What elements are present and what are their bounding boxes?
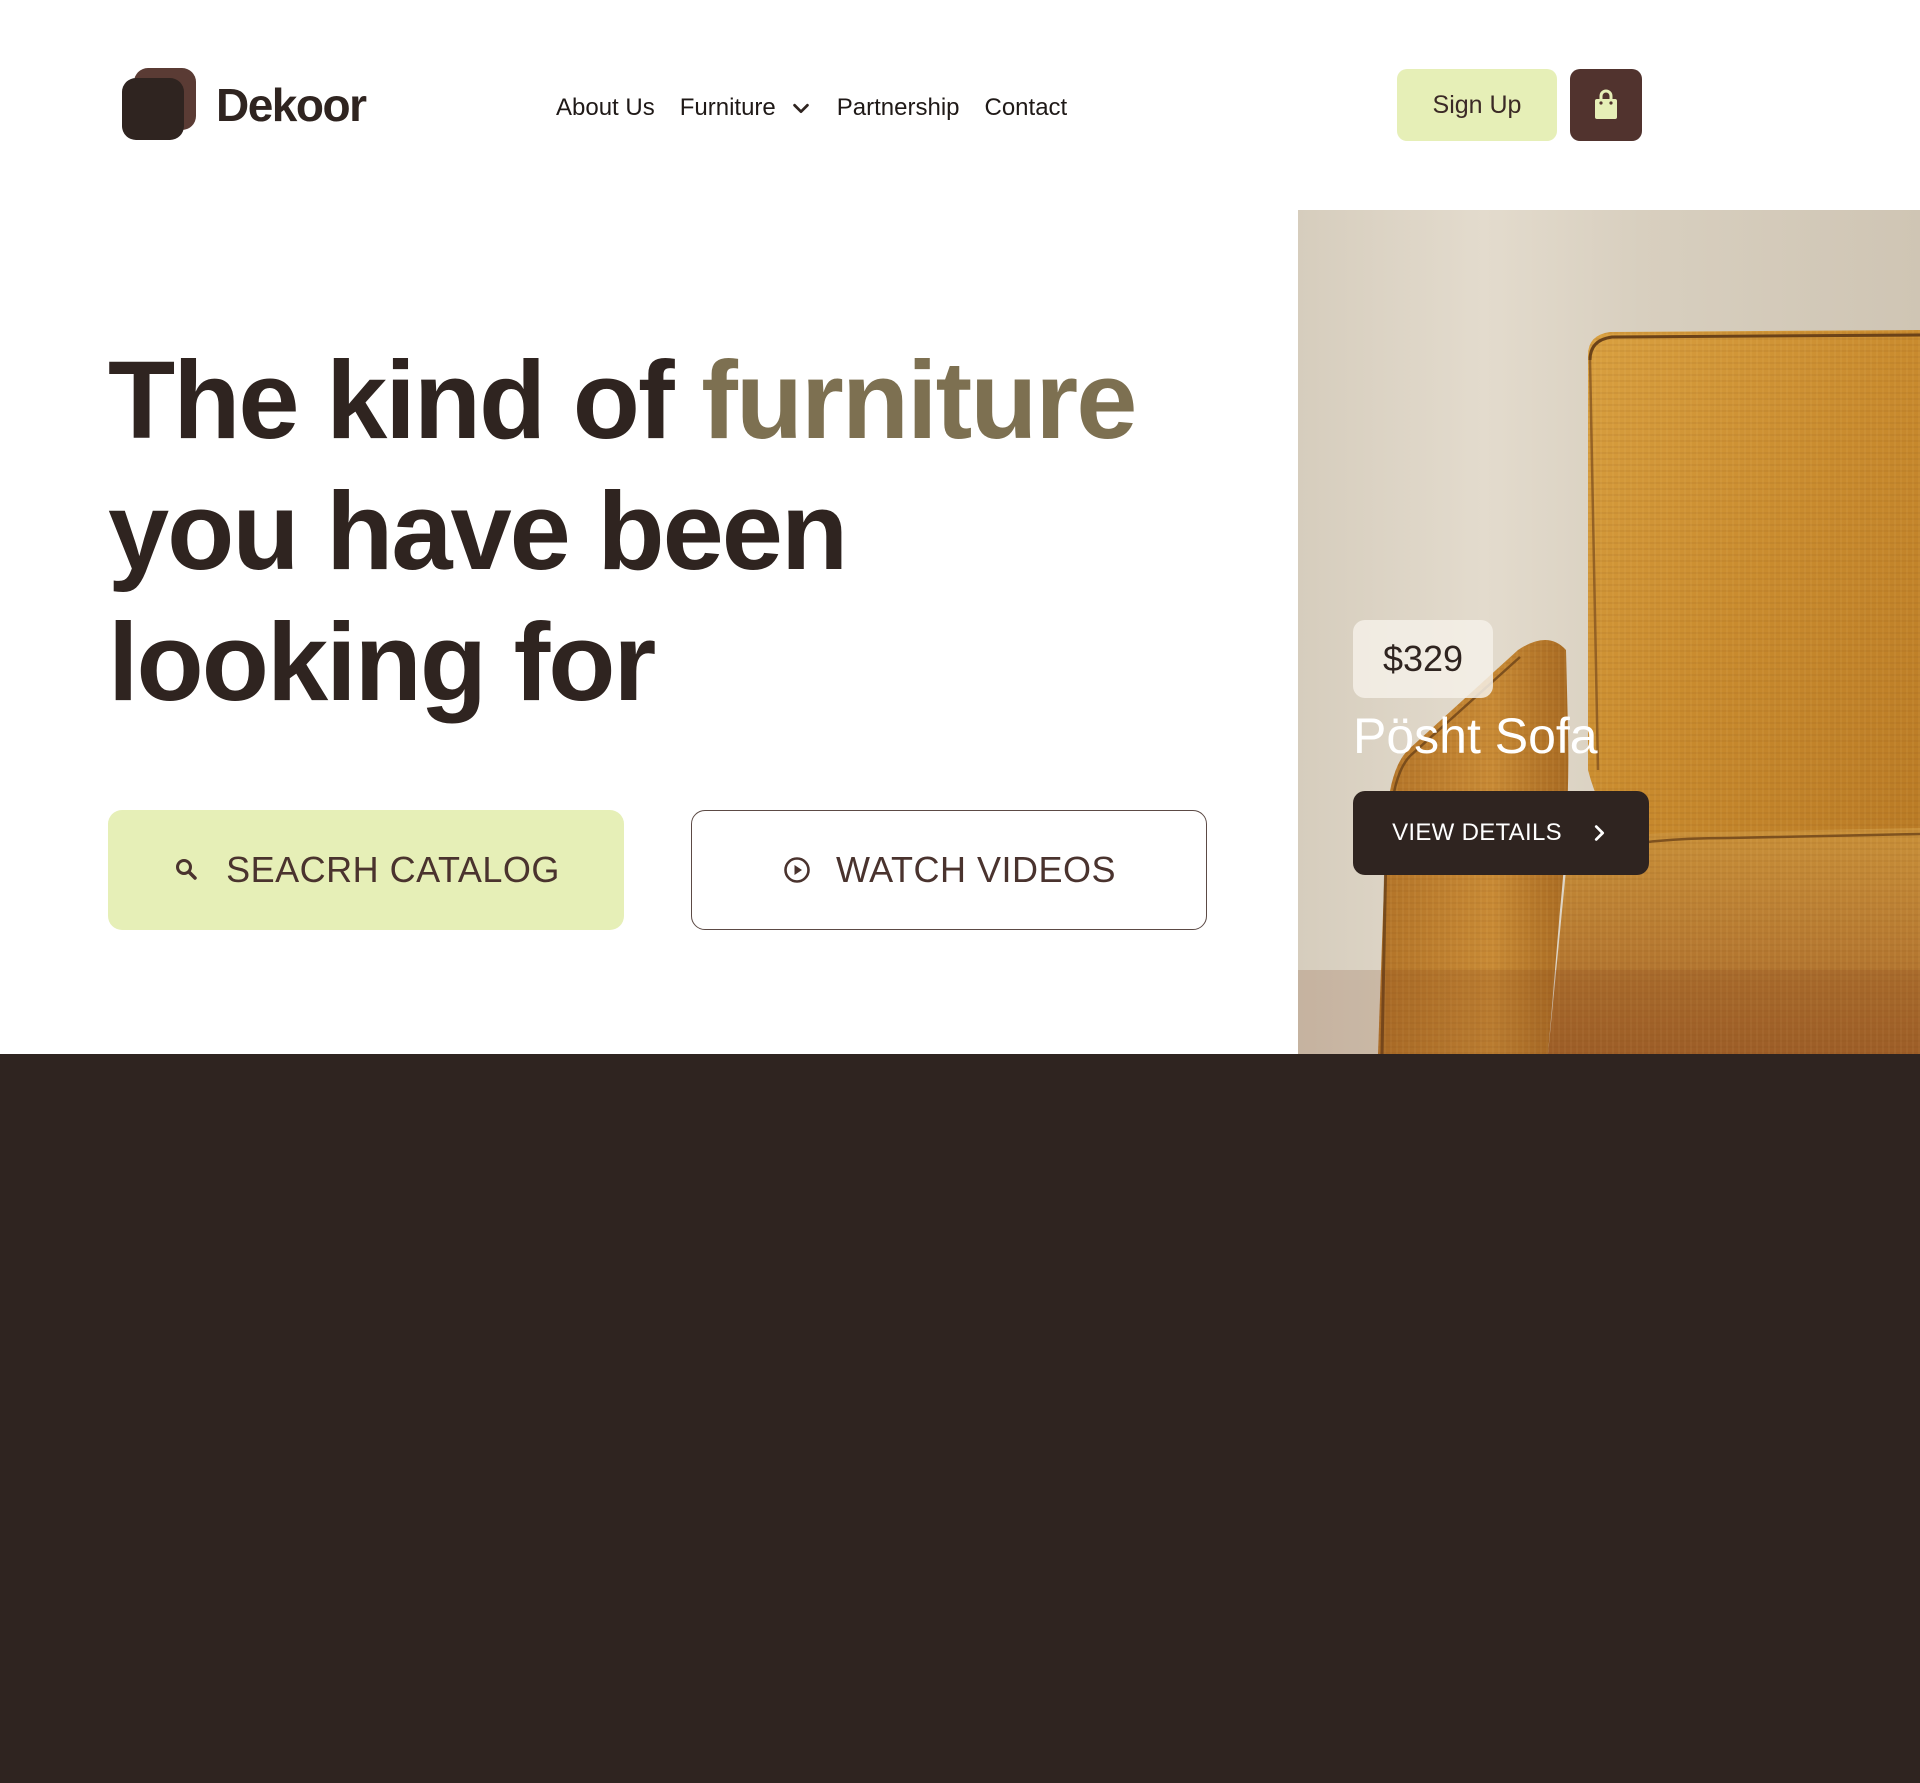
- logo-text: Dekoor: [216, 79, 367, 131]
- search-catalog-label: SEACRH CATALOG: [226, 849, 560, 890]
- price-badge: $329: [1353, 620, 1493, 698]
- nav-item-contact[interactable]: Contact: [985, 94, 1068, 122]
- hero-title-part1: The kind of: [108, 339, 702, 462]
- nav-item-partnership[interactable]: Partnership: [837, 94, 960, 122]
- featured-product: $329 Pösht Sofa VIEW DETAILS: [1298, 210, 1920, 1054]
- watch-videos-button[interactable]: WATCH VIDEOS: [691, 810, 1207, 930]
- nav-item-label: Partnership: [836, 94, 960, 121]
- nav-item-label: Contact: [984, 94, 1068, 121]
- chevron-right-icon: [1594, 825, 1604, 841]
- logo[interactable]: Dekoor: [122, 68, 367, 142]
- watch-videos-label: WATCH VIDEOS: [835, 849, 1116, 890]
- play-circle-icon: [784, 857, 810, 883]
- view-details-label: VIEW DETAILS: [1392, 819, 1562, 846]
- search-icon: [176, 859, 197, 880]
- chevron-down-icon: [792, 103, 809, 114]
- shopping-bag-icon: [1595, 89, 1617, 119]
- hero-title-accent: furniture: [701, 339, 1137, 462]
- view-details-button[interactable]: VIEW DETAILS: [1353, 791, 1649, 875]
- page: Dekoor About Us Furniture Partnership Co…: [0, 0, 1920, 1783]
- nav-item-about-us[interactable]: About Us: [556, 94, 655, 122]
- logo-mark-icon: [122, 68, 196, 142]
- search-catalog-button[interactable]: SEACRH CATALOG: [108, 810, 624, 930]
- hero-title-part3: looking for: [108, 601, 656, 724]
- nav-item-furniture[interactable]: Furniture: [680, 94, 812, 122]
- site-header: Dekoor About Us Furniture Partnership Co…: [0, 0, 1920, 210]
- sign-up-button[interactable]: Sign Up: [1397, 69, 1557, 141]
- dark-section: [0, 1054, 1920, 1783]
- hero-title-part2: you have been: [108, 470, 848, 593]
- main-nav: About Us Furniture Partnership Contact: [556, 88, 1067, 128]
- cart-button[interactable]: [1570, 69, 1642, 141]
- hero-title: The kind of furniture you have been look…: [108, 335, 1288, 728]
- product-name: Pösht Sofa: [1353, 708, 1598, 764]
- nav-item-label: About Us: [556, 94, 655, 121]
- nav-item-label: Furniture: [679, 94, 776, 121]
